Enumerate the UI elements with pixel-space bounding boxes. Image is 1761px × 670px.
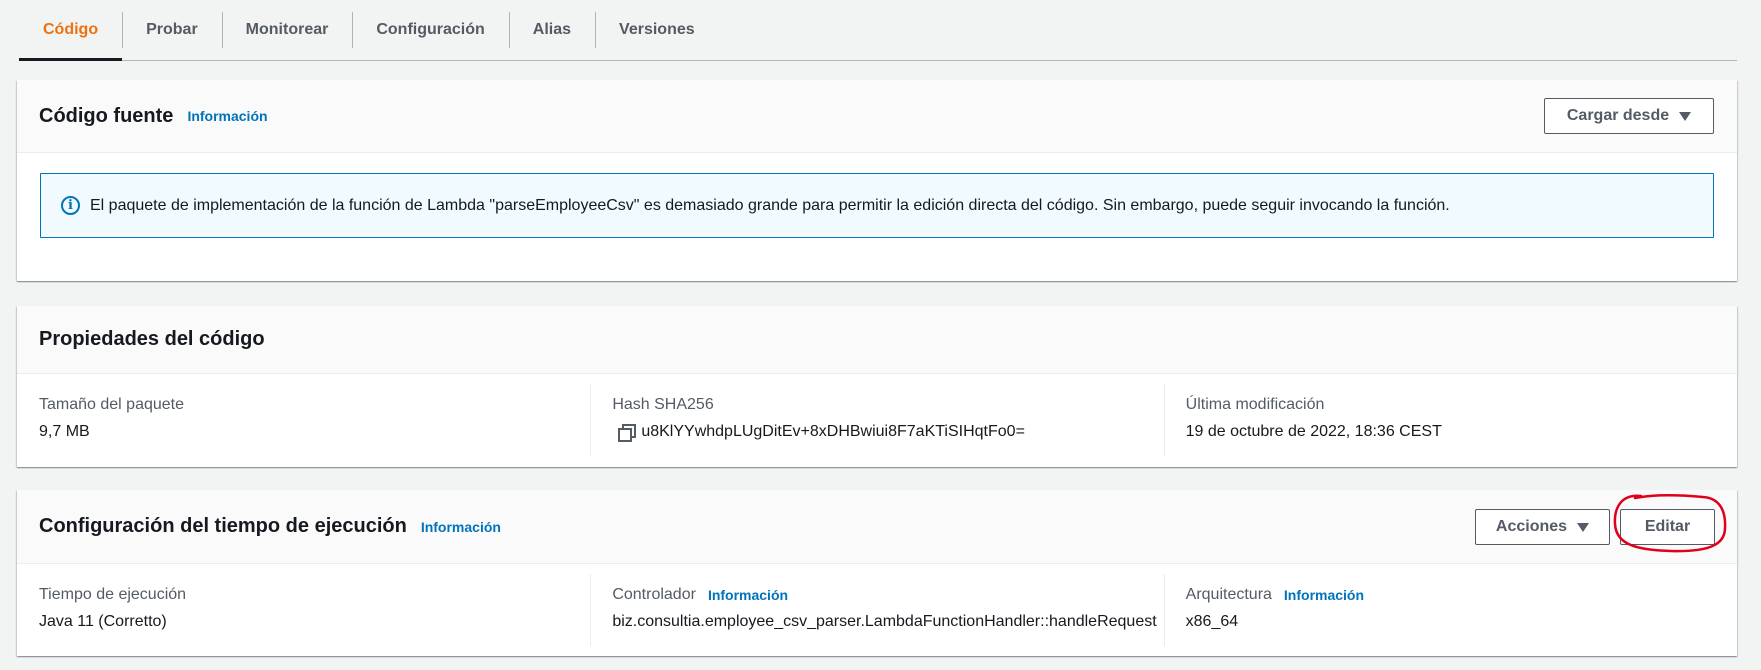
upload-from-label: Cargar desde: [1566, 107, 1670, 124]
package-size-value: 9,7 MB: [39, 423, 90, 440]
architecture-field: Arquitectura Información x86_64: [1163, 564, 1737, 656]
tab-versions[interactable]: Versiones: [595, 0, 719, 60]
package-size-label: Tamaño del paquete: [39, 396, 184, 413]
edit-label: Editar: [1644, 518, 1691, 535]
architecture-label: Arquitectura: [1185, 586, 1272, 603]
handler-label-row: Controlador Información: [612, 586, 1163, 604]
caret-down-icon: [1679, 111, 1692, 121]
code-properties-grid: Tamaño del paquete 9,7 MB Hash SHA256 u8…: [17, 374, 1737, 466]
copy-icon[interactable]: [618, 424, 637, 442]
runtime-settings-title: Configuración del tiempo de ejecución: [39, 515, 407, 537]
caret-down-icon: [1577, 522, 1590, 532]
architecture-label-row: Arquitectura Información: [1186, 586, 1737, 604]
upload-from-button[interactable]: Cargar desde: [1544, 98, 1714, 134]
hash-value: u8KlYYwhdpLUgDitEv+8xDHBwiui8F7aKTiSIHqt…: [641, 423, 1025, 440]
code-source-header: Código fuente Información Cargar desde: [17, 80, 1737, 153]
architecture-info-link[interactable]: Información: [1284, 587, 1364, 603]
architecture-value: x86_64: [1185, 613, 1239, 630]
code-properties-title: Propiedades del código: [39, 328, 265, 350]
runtime-settings-info-link[interactable]: Información: [421, 519, 501, 535]
code-source-info-link[interactable]: Información: [187, 108, 267, 124]
tab-configuration[interactable]: Configuración: [352, 0, 508, 60]
last-modified-field: Última modificación 19 de octubre de 202…: [1163, 374, 1737, 466]
hash-label: Hash SHA256: [612, 396, 714, 413]
runtime-settings-header: Configuración del tiempo de ejecución In…: [17, 490, 1737, 564]
runtime-field: Tiempo de ejecución Java 11 (Corretto): [17, 564, 590, 656]
last-modified-label: Última modificación: [1185, 396, 1325, 413]
tab-aliases[interactable]: Alias: [508, 0, 595, 60]
edit-button[interactable]: Editar: [1620, 509, 1715, 545]
handler-label: Controlador: [612, 586, 696, 603]
alert-text: El paquete de implementación de la funci…: [90, 196, 1450, 214]
hash-value-row: u8KlYYwhdpLUgDitEv+8xDHBwiui8F7aKTiSIHqt…: [612, 423, 1163, 442]
package-size-field: Tamaño del paquete 9,7 MB: [17, 374, 590, 466]
actions-button[interactable]: Acciones: [1475, 509, 1610, 545]
code-source-panel: Código fuente Información Cargar desde i…: [17, 80, 1737, 281]
handler-value: biz.consultia.employee_csv_parser.Lambda…: [612, 613, 1157, 630]
handler-info-link[interactable]: Información: [708, 587, 788, 603]
runtime-settings-grid: Tiempo de ejecución Java 11 (Corretto) C…: [17, 564, 1737, 656]
runtime-label: Tiempo de ejecución: [39, 586, 187, 603]
tab-test[interactable]: Probar: [122, 0, 222, 60]
code-properties-panel: Propiedades del código Tamaño del paquet…: [17, 306, 1737, 467]
runtime-value: Java 11 (Corretto): [39, 613, 167, 630]
code-properties-header: Propiedades del código: [17, 306, 1737, 374]
code-source-title: Código fuente: [39, 104, 174, 127]
tab-monitor[interactable]: Monitorear: [221, 0, 353, 60]
tab-bar: Código Probar Monitorear Configuración A…: [19, 0, 1737, 61]
info-icon: i: [61, 196, 80, 215]
runtime-settings-panel: Configuración del tiempo de ejecución In…: [17, 490, 1737, 656]
last-modified-value: 19 de octubre de 2022, 18:36 CEST: [1185, 423, 1442, 440]
tab-code[interactable]: Código: [19, 0, 123, 61]
actions-label: Acciones: [1495, 518, 1568, 535]
hash-field: Hash SHA256 u8KlYYwhdpLUgDitEv+8xDHBwiui…: [590, 374, 1163, 466]
info-alert: i El paquete de implementación de la fun…: [40, 173, 1714, 238]
handler-field: Controlador Información biz.consultia.em…: [590, 564, 1163, 656]
